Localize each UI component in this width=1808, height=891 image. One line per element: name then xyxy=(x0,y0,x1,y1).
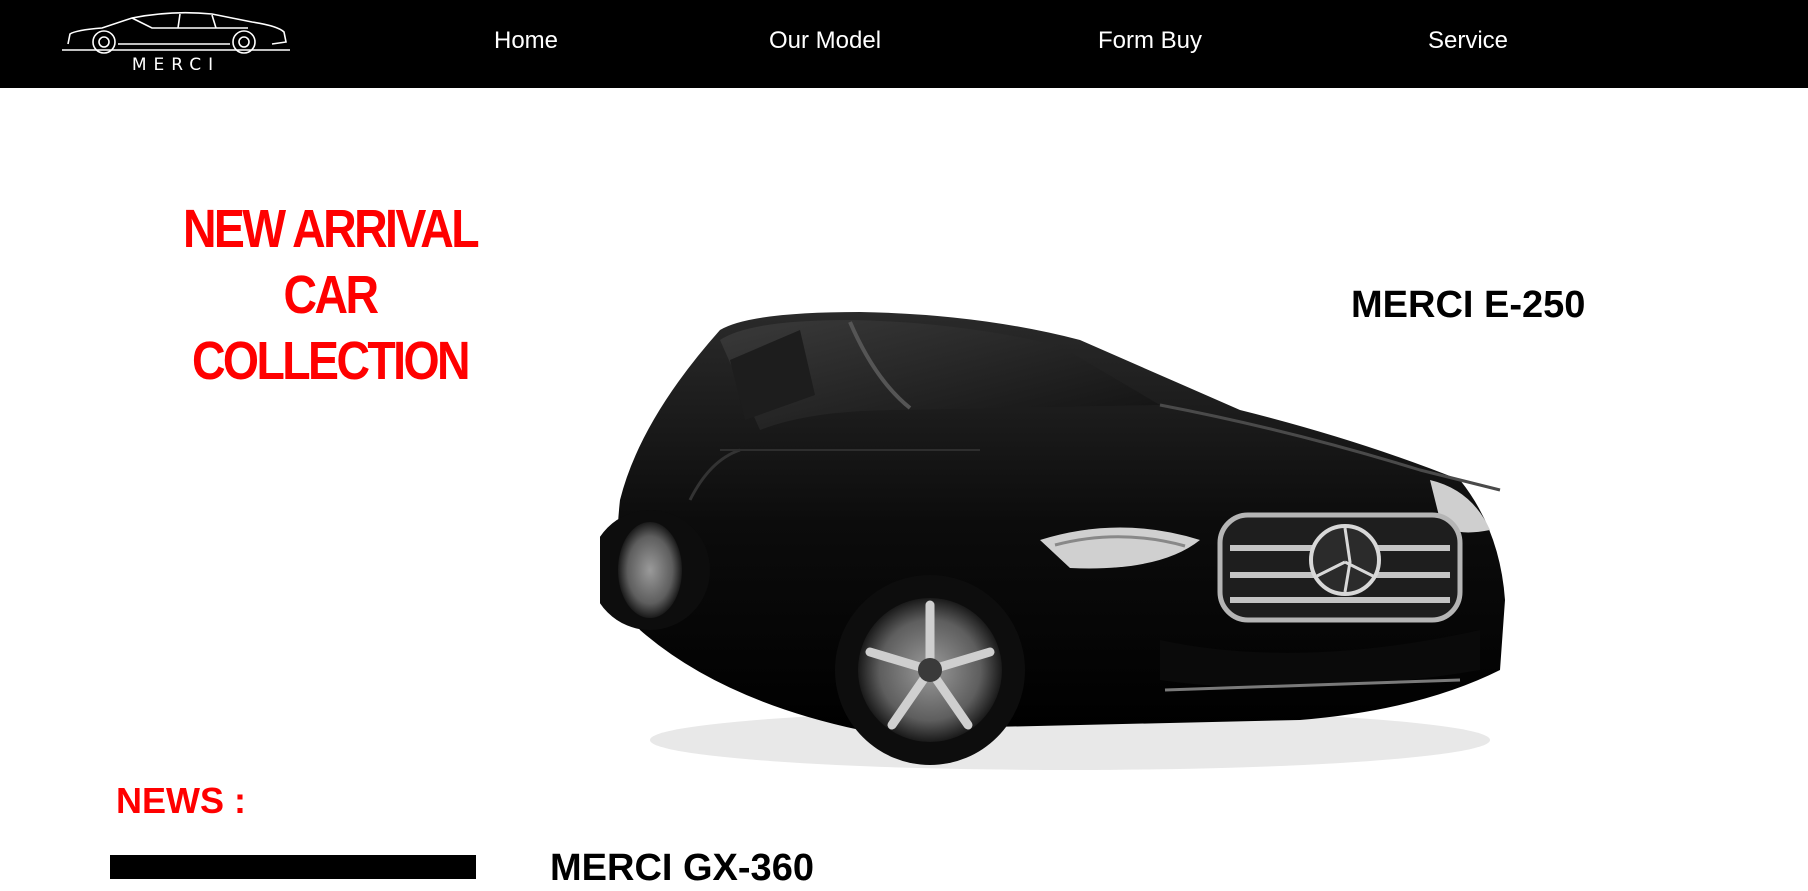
news-image-placeholder xyxy=(110,855,476,879)
hero-title: NEW ARRIVAL CAR COLLECTION xyxy=(132,196,528,394)
nav-home-link[interactable]: Home xyxy=(494,26,558,56)
brand-logo[interactable]: MERCI xyxy=(62,8,290,78)
nav-form-buy-link[interactable]: Form Buy xyxy=(1098,26,1202,56)
navbar: MERCI Home Our Model Form Buy Service xyxy=(0,0,1808,88)
nav-our-model-link[interactable]: Our Model xyxy=(769,26,881,56)
car-logo-icon xyxy=(62,11,290,54)
hero-title-line-1: NEW ARRIVAL CAR xyxy=(182,199,480,325)
news-title: NEWS : xyxy=(116,780,246,821)
sedan-car-illustration xyxy=(590,312,1505,770)
featured-car-image xyxy=(590,300,1520,790)
logo-text: MERCI xyxy=(131,55,221,75)
nav-service-link[interactable]: Service xyxy=(1428,26,1508,56)
hero-title-line-2: COLLECTION xyxy=(191,331,471,391)
news-car-name: MERCI GX-360 xyxy=(550,847,814,889)
